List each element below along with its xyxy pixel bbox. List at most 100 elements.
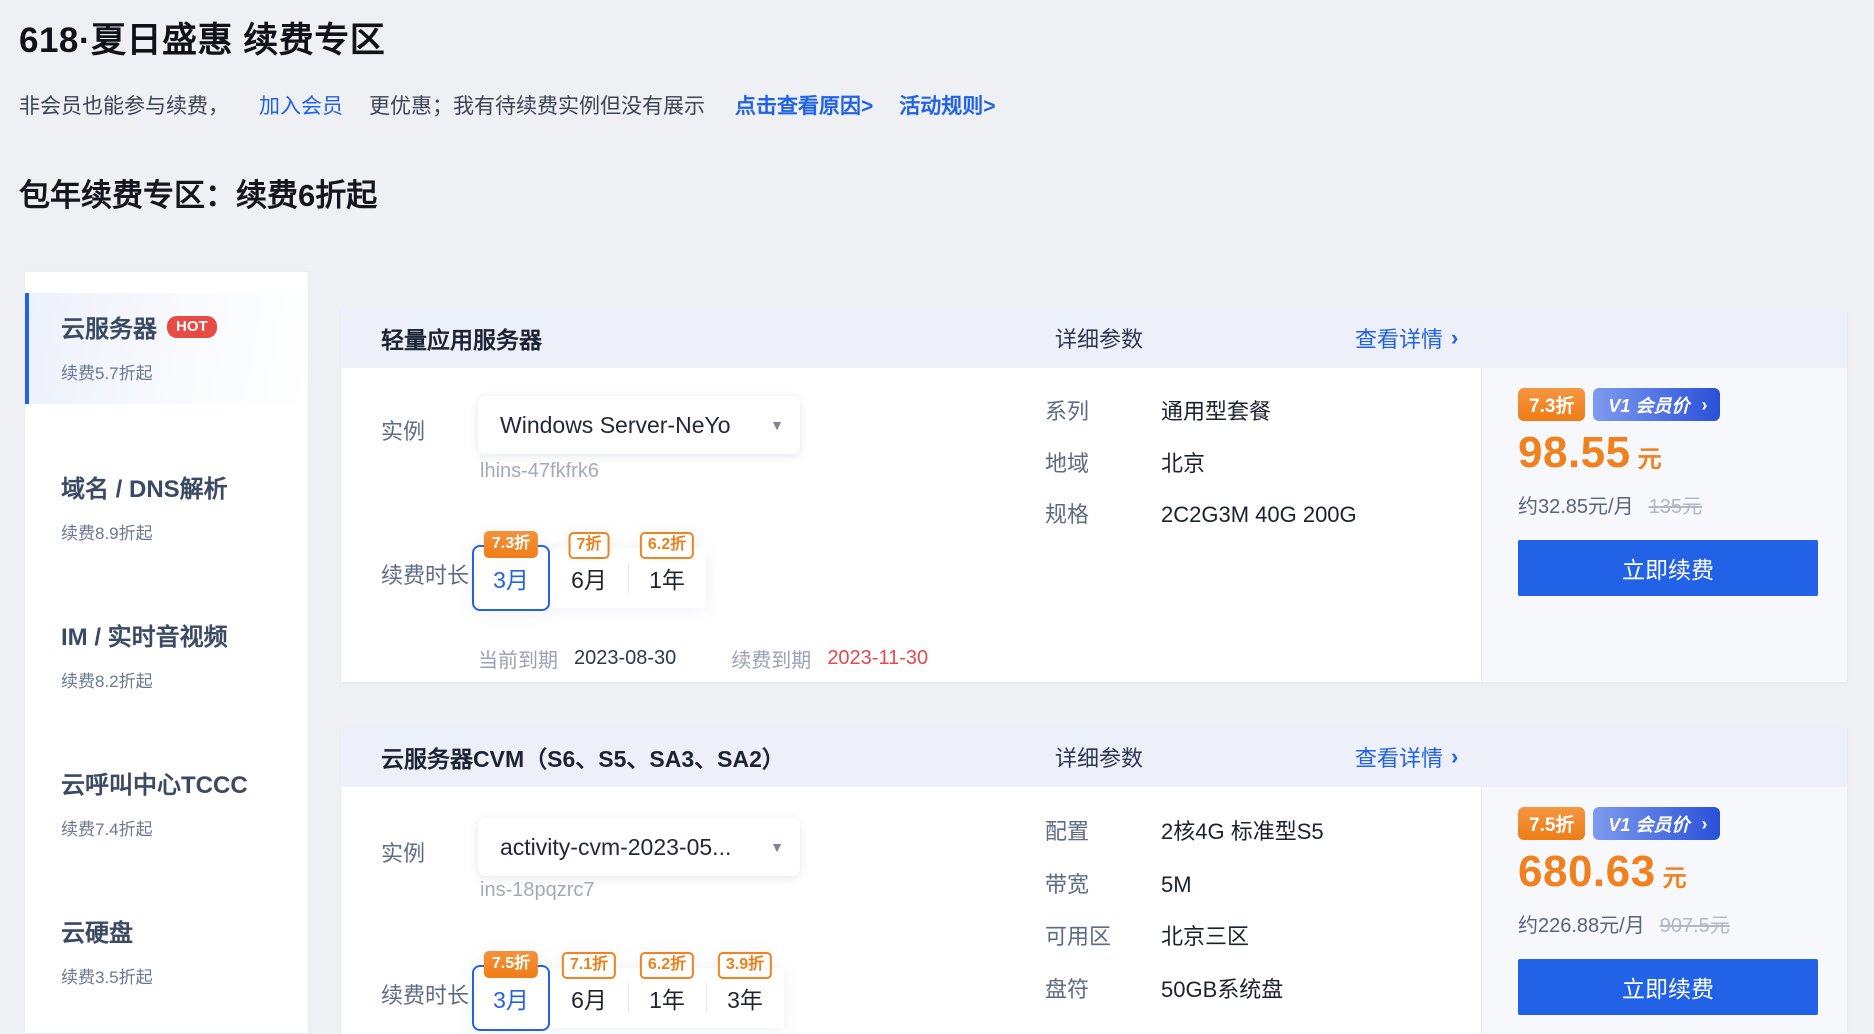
caret-down-icon: ▼ <box>770 417 784 433</box>
discount-badge: 7.5折 <box>484 951 538 978</box>
chevron-right-icon: › <box>1451 746 1458 768</box>
sidebar-item-discount: 续费8.9折起 <box>61 519 308 544</box>
sidebar-item-label: 云服务器 <box>61 309 157 344</box>
duration-option-label: 6月 <box>571 561 607 595</box>
sidebar-item-label: IM / 实时音视频 <box>61 617 228 652</box>
current-expiry-label: 当前到期 <box>478 644 558 673</box>
sidebar-item-discount: 续费8.2折起 <box>61 667 308 692</box>
duration-option-1y[interactable]: 6.2折 1年 <box>628 548 706 608</box>
duration-option-3m[interactable]: 7.5折 3月 <box>472 965 550 1031</box>
discount-badge: 6.2折 <box>640 532 694 559</box>
instance-label: 实例 <box>381 836 425 868</box>
view-detail-link[interactable]: 查看详情 › <box>1355 741 1458 773</box>
instance-select[interactable]: activity-cvm-2023-05... ▼ <box>478 818 800 876</box>
caret-down-icon: ▼ <box>770 839 784 855</box>
duration-option-3m[interactable]: 7.3折 3月 <box>472 545 550 611</box>
instance-id: lhins-47fkfrk6 <box>480 460 599 483</box>
duration-option-3y[interactable]: 3.9折 3年 <box>706 968 784 1028</box>
activity-rules-link[interactable]: 活动规则> <box>899 90 995 120</box>
duration-option-label: 6月 <box>571 981 607 1015</box>
product-card-cvm: 云服务器CVM（S6、S5、SA3、SA2） 详细参数 查看详情 › 实例 ac… <box>341 727 1847 1034</box>
spec-label: 盘符 <box>1045 976 1089 1004</box>
params-label: 详细参数 <box>1055 322 1143 354</box>
price-unit: 元 <box>1638 439 1662 474</box>
instance-id: ins-18pqzrc7 <box>480 879 595 902</box>
duration-option-label: 3月 <box>493 561 529 595</box>
card-header: 轻量应用服务器 详细参数 查看详情 › <box>341 308 1847 368</box>
sidebar-item-label: 云硬盘 <box>61 913 133 948</box>
view-reason-link[interactable]: 点击查看原因> <box>735 90 873 120</box>
member-price-badge[interactable]: V1 会员价 › <box>1593 807 1720 840</box>
subtitle-text-2: 更优惠；我有待续费实例但没有展示 <box>369 90 705 120</box>
spec-value: 北京 <box>1161 450 1205 478</box>
sidebar-item-discount: 续费3.5折起 <box>61 963 308 988</box>
duration-option-label: 3年 <box>727 981 763 1015</box>
duration-option-label: 1年 <box>649 561 685 595</box>
params-label: 详细参数 <box>1055 741 1143 773</box>
discount-badge: 7.3折 <box>484 531 538 558</box>
expiry-dates-row: 当前到期 2023-08-30 续费到期 2023-11-30 <box>478 644 928 673</box>
sidebar-item-tccc[interactable]: 云呼叫中心TCCC 续费7.4折起 <box>25 737 308 885</box>
price-monthly: 约226.88元/月 <box>1518 909 1645 938</box>
sidebar-item-label: 域名 / DNS解析 <box>61 469 228 504</box>
price-monthly: 约32.85元/月 <box>1518 490 1634 519</box>
spec-label: 带宽 <box>1045 871 1089 899</box>
discount-badge: 6.2折 <box>640 952 694 979</box>
discount-badge: 7.1折 <box>562 952 616 979</box>
sidebar-item-dns[interactable]: 域名 / DNS解析 续费8.9折起 <box>25 441 308 589</box>
duration-label: 续费时长 <box>381 558 469 590</box>
duration-option-label: 3月 <box>493 981 529 1015</box>
duration-group: 7.3折 3月 7折 6月 6.2折 1年 <box>472 548 706 611</box>
price-original: 135元 <box>1649 490 1702 519</box>
spec-label: 可用区 <box>1045 923 1111 951</box>
spec-label: 地域 <box>1045 450 1089 478</box>
duration-option-6m[interactable]: 7.1折 6月 <box>550 968 628 1028</box>
price-discount-badge: 7.5折 <box>1518 807 1585 840</box>
page-subtitle: 非会员也能参与续费， 加入会员 更优惠；我有待续费实例但没有展示 点击查看原因>… <box>19 90 996 120</box>
sidebar-item-label: 云呼叫中心TCCC <box>61 765 248 800</box>
renew-expiry-label: 续费到期 <box>731 644 811 673</box>
spec-value: 北京三区 <box>1161 923 1249 951</box>
product-card-lighthouse: 轻量应用服务器 详细参数 查看详情 › 实例 Windows Server-Ne… <box>341 308 1847 682</box>
spec-label: 配置 <box>1045 818 1089 846</box>
hot-badge: HOT <box>167 316 217 338</box>
spec-value: 通用型套餐 <box>1161 398 1271 426</box>
current-expiry-value: 2023-08-30 <box>574 647 676 670</box>
card-header: 云服务器CVM（S6、S5、SA3、SA2） 详细参数 查看详情 › <box>341 727 1847 787</box>
chevron-right-icon: › <box>1701 815 1707 833</box>
page-title: 618·夏日盛惠 续费专区 <box>19 12 385 63</box>
renew-now-button[interactable]: 立即续费 <box>1518 959 1818 1015</box>
chevron-right-icon: › <box>1451 327 1458 349</box>
price-panel: 7.3折 V1 会员价 › 98.55 元 约32.85元/月 135元 立即续… <box>1481 368 1847 682</box>
card-title: 云服务器CVM（S6、S5、SA3、SA2） <box>381 740 785 774</box>
instance-select-value: Windows Server-NeYo <box>500 412 731 439</box>
join-member-link[interactable]: 加入会员 <box>259 90 343 120</box>
instance-select-value: activity-cvm-2023-05... <box>500 834 731 861</box>
discount-badge: 3.9折 <box>718 952 772 979</box>
view-detail-link[interactable]: 查看详情 › <box>1355 322 1458 354</box>
spec-value: 5M <box>1161 871 1192 899</box>
member-price-label: V1 会员价 <box>1608 811 1689 837</box>
chevron-right-icon: › <box>1701 396 1707 414</box>
sidebar-item-im[interactable]: IM / 实时音视频 续费8.2折起 <box>25 589 308 737</box>
instance-label: 实例 <box>381 414 425 446</box>
price-original: 907.5元 <box>1660 909 1730 938</box>
renew-now-button[interactable]: 立即续费 <box>1518 540 1818 596</box>
instance-select[interactable]: Windows Server-NeYo ▼ <box>478 396 800 454</box>
sidebar-item-cvm[interactable]: 云服务器 HOT 续费5.7折起 <box>25 293 308 404</box>
sidebar-item-cbs[interactable]: 云硬盘 续费3.5折起 <box>25 885 308 1033</box>
duration-option-1y[interactable]: 6.2折 1年 <box>628 968 706 1028</box>
price-amount: 98.55 <box>1518 428 1631 478</box>
spec-value: 2C2G3M 40G 200G <box>1161 501 1357 529</box>
price-panel: 7.5折 V1 会员价 › 680.63 元 约226.88元/月 907.5元… <box>1481 787 1847 1034</box>
renew-expiry-value: 2023-11-30 <box>827 647 928 670</box>
member-price-label: V1 会员价 <box>1608 392 1689 418</box>
discount-badge: 7折 <box>569 532 610 559</box>
spec-label: 系列 <box>1045 398 1089 426</box>
view-detail-label: 查看详情 <box>1355 741 1443 773</box>
duration-option-6m[interactable]: 7折 6月 <box>550 548 628 608</box>
card-title: 轻量应用服务器 <box>381 321 542 355</box>
duration-label: 续费时长 <box>381 978 469 1010</box>
price-discount-badge: 7.3折 <box>1518 388 1585 421</box>
member-price-badge[interactable]: V1 会员价 › <box>1593 388 1720 421</box>
